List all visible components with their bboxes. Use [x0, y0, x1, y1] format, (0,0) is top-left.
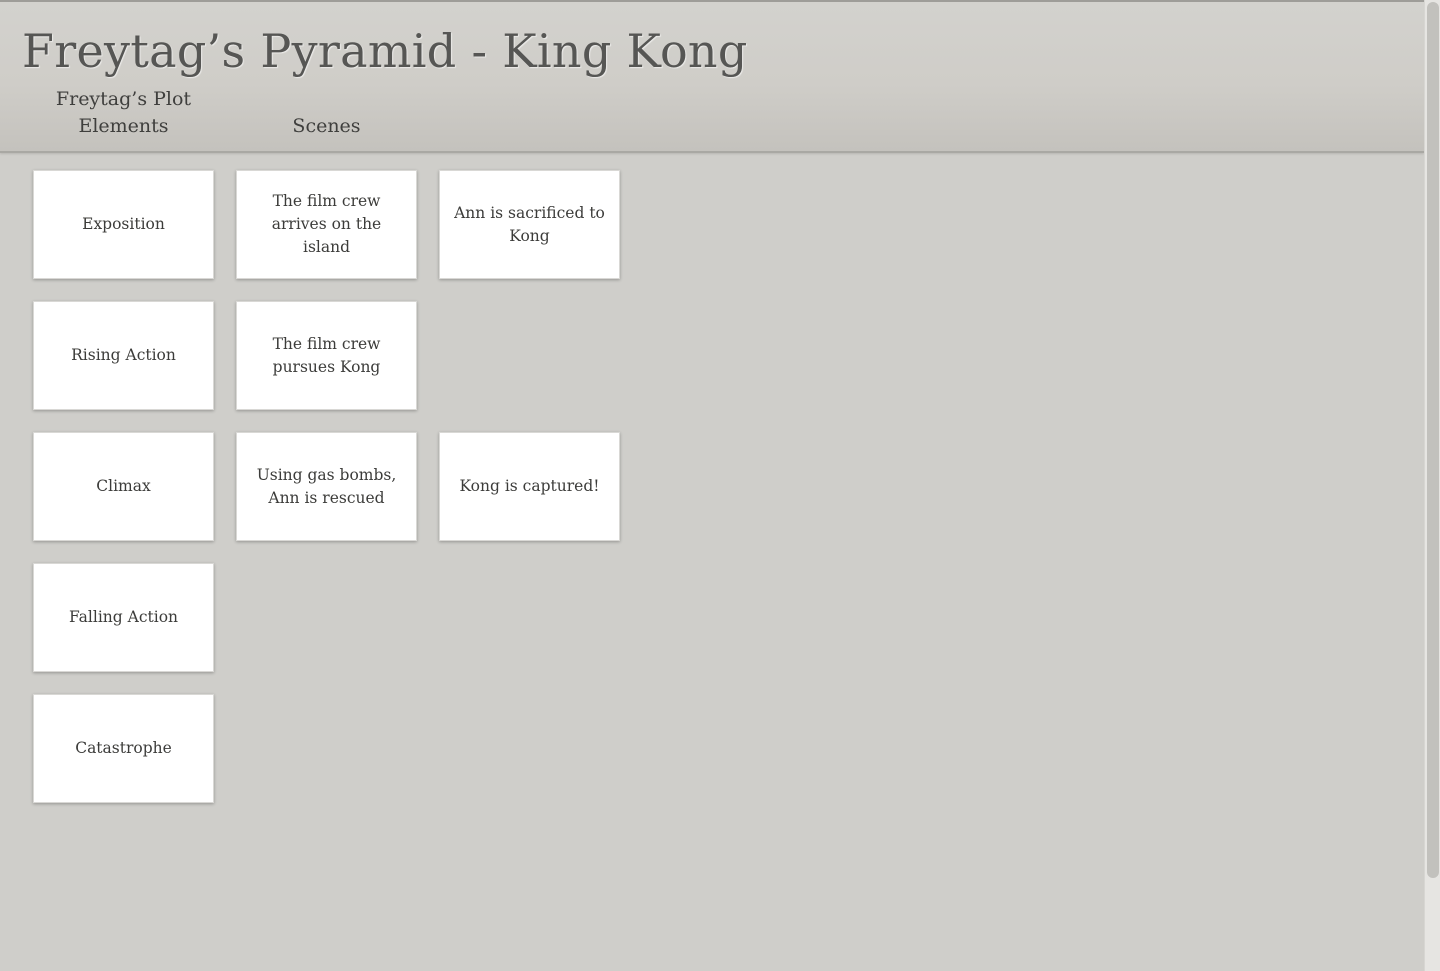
plot-element-card-falling-action[interactable]: Falling Action: [33, 563, 214, 672]
scene-card[interactable]: The film crew pursues Kong: [236, 301, 417, 410]
column-header-plot-elements: Freytag’s Plot Elements: [55, 88, 192, 137]
scene-card[interactable]: Kong is captured!: [439, 432, 620, 541]
plot-element-card-exposition[interactable]: Exposition: [33, 170, 214, 279]
page-title: Freytag’s Pyramid - King Kong: [22, 24, 748, 78]
plot-element-card-rising-action[interactable]: Rising Action: [33, 301, 214, 410]
header: Freytag’s Pyramid - King Kong Freytag’s …: [0, 0, 1424, 153]
scrollbar-thumb[interactable]: [1427, 2, 1439, 878]
column-header-scenes: Scenes: [292, 115, 361, 137]
scene-card[interactable]: Ann is sacrificed to Kong: [439, 170, 620, 279]
vertical-scrollbar[interactable]: [1424, 0, 1440, 971]
plot-element-card-climax[interactable]: Climax: [33, 432, 214, 541]
scene-card[interactable]: Using gas bombs, Ann is rescued: [236, 432, 417, 541]
plot-element-card-catastrophe[interactable]: Catastrophe: [33, 694, 214, 803]
scene-card[interactable]: The film crew arrives on the island: [236, 170, 417, 279]
storyboard-page: Freytag’s Pyramid - King Kong Freytag’s …: [0, 0, 1440, 971]
